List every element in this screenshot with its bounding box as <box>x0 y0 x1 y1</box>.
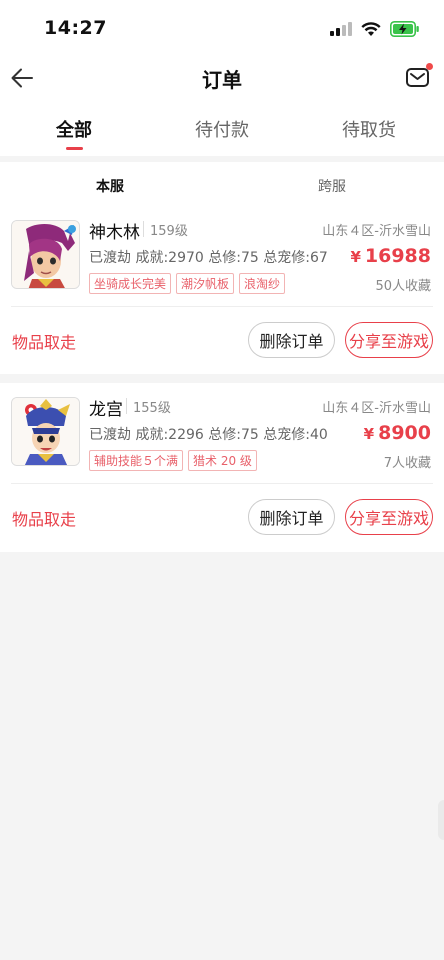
server-name: 山东４区-沂水雪山 <box>322 401 431 416</box>
character-stats: 已渡劫 成就:2970 总修:75 总宠修:67 <box>89 250 328 266</box>
character-level: 159级 <box>150 224 188 239</box>
divider <box>126 398 127 414</box>
active-tab-indicator <box>66 147 83 150</box>
order-card[interactable]: 神木林 159级 山东４区-沂水雪山 已渡劫 成就:2970 总修:75 总宠修… <box>0 206 444 374</box>
subtab-local-server[interactable]: 本服 <box>96 176 124 196</box>
order-status: 物品取走 <box>12 510 77 529</box>
tab-all[interactable]: 全部 <box>14 116 134 142</box>
character-portrait-icon <box>12 398 79 465</box>
server-tabs: 本服 跨服 <box>0 162 444 206</box>
character-avatar <box>11 397 80 466</box>
price: ¥16988 <box>350 245 431 267</box>
share-to-game-button[interactable]: 分享至游戏 <box>345 322 433 358</box>
notification-dot <box>426 63 433 70</box>
tab-pending-pickup[interactable]: 待取货 <box>309 116 429 142</box>
tag: 坐骑成长完美 <box>89 273 172 294</box>
divider <box>143 221 144 237</box>
page-title: 订单 <box>202 68 242 92</box>
currency-symbol: ¥ <box>350 248 361 266</box>
tag-list: 辅助技能５个满 猎术 20 级 <box>89 450 257 471</box>
order-card[interactable]: 龙宫 155级 山东４区-沂水雪山 已渡劫 成就:2296 总修:75 总宠修:… <box>0 383 444 552</box>
currency-symbol: ¥ <box>363 425 375 443</box>
tag: 猎术 20 级 <box>188 450 257 471</box>
card-divider <box>11 306 433 307</box>
share-to-game-button[interactable]: 分享至游戏 <box>345 499 433 535</box>
character-portrait-icon <box>12 221 79 288</box>
messages-button[interactable] <box>404 62 434 92</box>
price-value: 8900 <box>378 422 431 444</box>
nav-bar: 订单 <box>0 56 444 100</box>
character-school: 神木林 <box>89 223 140 243</box>
status-bar: 14:27 <box>0 0 444 56</box>
price-value: 16988 <box>364 245 431 267</box>
order-status: 物品取走 <box>12 333 77 352</box>
character-avatar <box>11 220 80 289</box>
character-stats: 已渡劫 成就:2296 总修:75 总宠修:40 <box>89 427 328 443</box>
tab-pending-payment[interactable]: 待付款 <box>162 116 282 142</box>
wifi-icon <box>361 21 381 36</box>
floating-edge-handle <box>438 800 444 840</box>
character-school: 龙宫 <box>89 400 123 420</box>
tag: 辅助技能５个满 <box>89 450 184 471</box>
favorite-count: 7人收藏 <box>383 456 431 471</box>
delete-order-button[interactable]: 删除订单 <box>248 499 335 535</box>
favorite-count: 50人收藏 <box>375 279 431 294</box>
price: ¥8900 <box>364 422 431 444</box>
tag: 潮汐帆板 <box>176 273 235 294</box>
delete-order-button[interactable]: 删除订单 <box>248 322 335 358</box>
battery-charging-icon <box>390 21 419 37</box>
status-time: 14:27 <box>44 17 107 39</box>
status-icons <box>330 19 420 39</box>
server-name: 山东４区-沂水雪山 <box>322 224 431 239</box>
signal-icon <box>330 22 352 36</box>
subtab-cross-server[interactable]: 跨服 <box>318 176 346 196</box>
tag: 浪淘纱 <box>239 273 286 294</box>
card-divider <box>11 483 433 484</box>
tag-list: 坐骑成长完美 潮汐帆板 浪淘纱 <box>89 273 286 294</box>
character-level: 155级 <box>133 401 171 416</box>
